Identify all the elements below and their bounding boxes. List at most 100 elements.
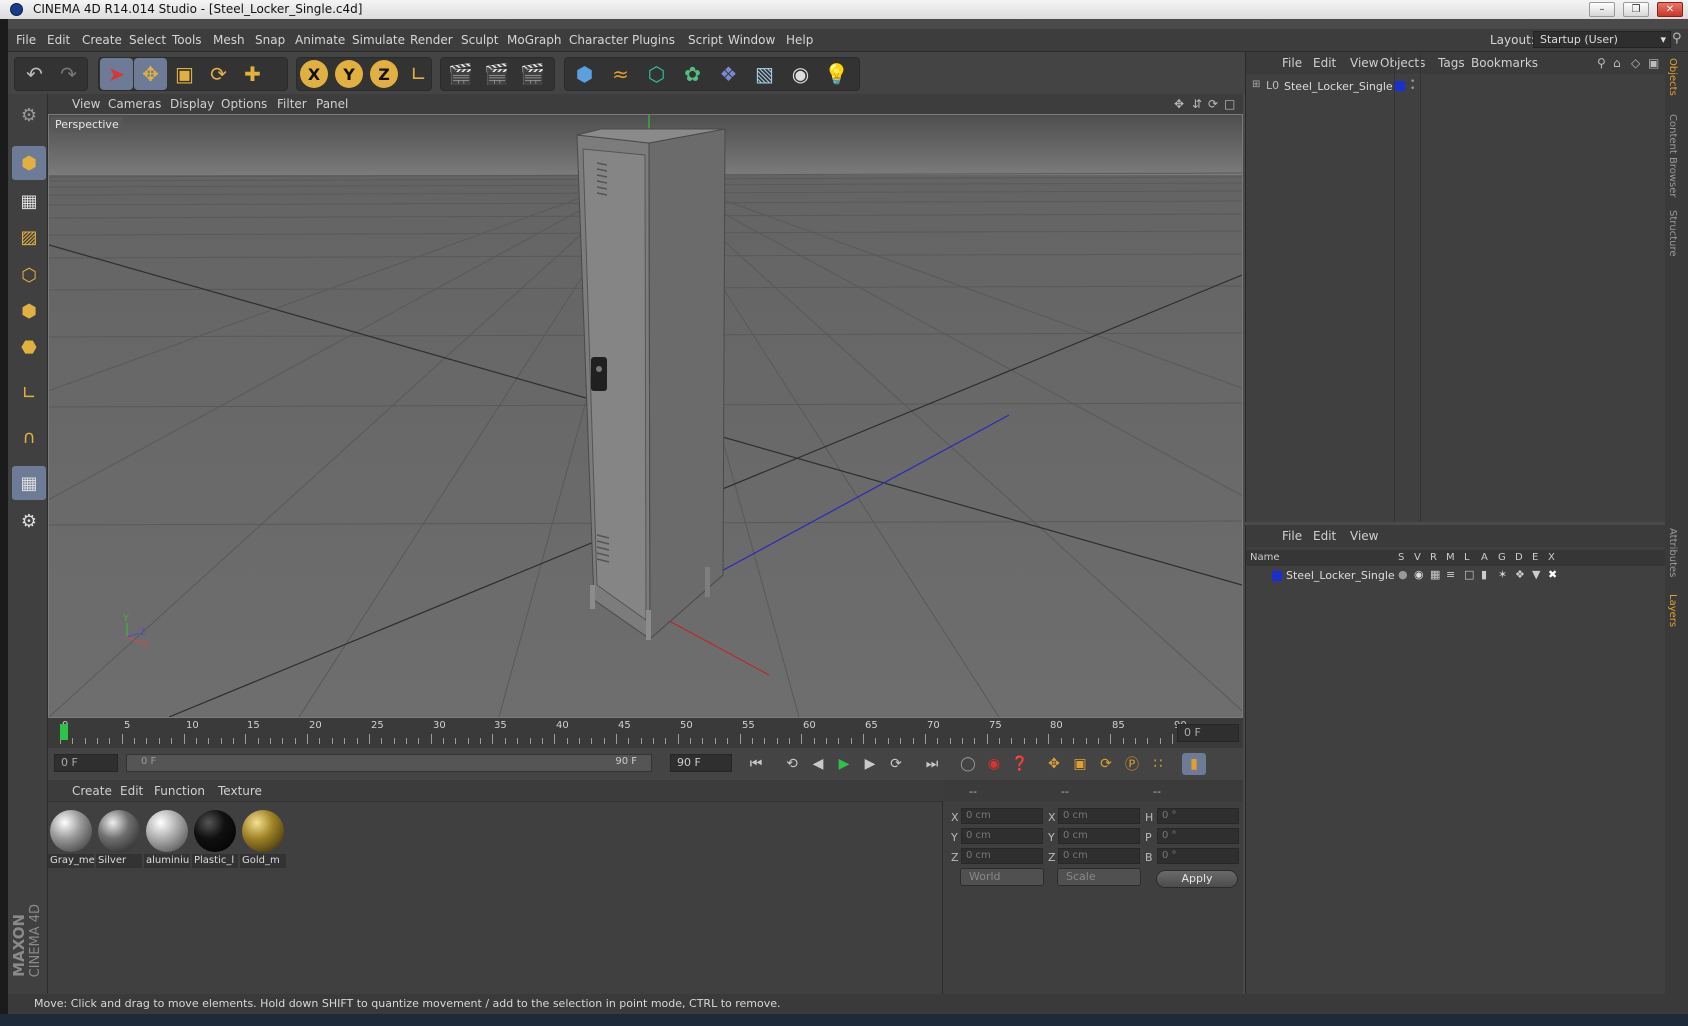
column-manager[interactable]: M [1446,552,1455,563]
deformer-icon[interactable]: ❖ [712,58,745,90]
pos-x-field[interactable]: 0 cm [961,808,1043,824]
expand-icon[interactable]: ⊞ [1252,79,1260,90]
menu-render[interactable]: Render [410,33,453,47]
scale-icon[interactable]: ▣ [168,58,201,90]
next-frame-icon[interactable]: ▶ [858,753,882,775]
column-solo[interactable]: S [1398,552,1404,563]
material-swatch[interactable]: Plastic_l [192,808,238,868]
deformer-toggle-icon[interactable]: ❖ [1515,568,1525,581]
points-mode-icon[interactable]: ⬡ [12,258,46,292]
collapse-icon[interactable]: ◇ [1631,56,1640,70]
maximize-view-icon[interactable]: □ [1224,97,1235,111]
pos-y-field[interactable]: 0 cm [961,828,1043,844]
menu-sculpt[interactable]: Sculpt [461,33,498,47]
column-render[interactable]: R [1430,552,1437,563]
view-toggle-icon[interactable]: ◉ [1414,568,1424,581]
material-menu-texture[interactable]: Texture [218,784,262,798]
record-parameter-icon[interactable]: Ⓟ [1120,753,1144,775]
make-editable-icon[interactable]: ⚙ [12,98,46,132]
viewport-menu-options[interactable]: Options [221,97,267,111]
solo-toggle-icon[interactable]: ● [1398,568,1408,581]
redo-icon[interactable]: ↷ [52,58,85,90]
move-icon[interactable]: ✥ [134,58,167,90]
tab-attributes[interactable]: Attributes [1667,528,1678,577]
rot-h-field[interactable]: 0 ° [1157,808,1239,824]
pos-z-field[interactable]: 0 cm [961,848,1043,864]
material-swatch[interactable]: Silver [96,808,142,868]
perspective-viewport[interactable]: Y Z X Perspective [48,114,1243,718]
light-icon[interactable]: 💡 [820,58,853,90]
z-axis-lock-icon[interactable]: Z [370,60,398,88]
object-menu-bookmarks[interactable]: Bookmarks [1471,56,1538,70]
new-window-icon[interactable]: ▣ [1648,56,1659,70]
current-frame-field[interactable]: 0 F [1177,724,1239,742]
column-animation[interactable]: A [1481,552,1488,563]
undo-icon[interactable]: ↶ [18,58,51,90]
rotate-view-icon[interactable]: ⟳ [1208,97,1218,111]
texture-mode-icon[interactable]: ▦ [12,184,46,218]
menu-script[interactable]: Script [688,33,723,47]
animation-toggle-icon[interactable]: ▮ [1481,568,1487,581]
close-button[interactable]: ✕ [1657,2,1683,17]
object-menu-view[interactable]: View [1350,56,1378,70]
material-swatch[interactable]: Gray_me [48,808,94,868]
workplane-lock-icon[interactable]: ▦ [12,466,46,500]
current-frame-marker[interactable] [60,724,68,740]
cube-icon[interactable]: ⬢ [568,58,601,90]
layer-menu-view[interactable]: View [1350,529,1378,543]
column-expressions[interactable]: E [1532,552,1538,563]
menu-select[interactable]: Select [129,33,166,47]
size-x-field[interactable]: 0 cm [1058,808,1140,824]
column-view[interactable]: V [1414,552,1421,563]
object-name[interactable]: Steel_Locker_Single [1284,80,1393,93]
tab-content-browser[interactable]: Content Browser [1667,114,1678,197]
layer-menu-edit[interactable]: Edit [1313,529,1336,543]
edges-mode-icon[interactable]: ⬢ [12,294,46,328]
floor-icon[interactable]: ▧ [748,58,781,90]
polygons-mode-icon[interactable]: ⬣ [12,330,46,364]
menu-window[interactable]: Window [728,33,775,47]
zoom-view-icon[interactable]: ⇵ [1192,97,1202,111]
column-generators[interactable]: G [1498,552,1506,563]
rot-p-field[interactable]: 0 ° [1157,828,1239,844]
record-scale-icon[interactable]: ▣ [1068,753,1092,775]
viewport-menu-panel[interactable]: Panel [316,97,348,111]
timeline-window-icon[interactable]: ▮ [1182,753,1206,775]
play-icon[interactable]: ▶ [832,753,856,775]
expression-toggle-icon[interactable]: ▼ [1532,568,1540,581]
material-menu-function[interactable]: Function [154,784,205,798]
menu-snap[interactable]: Snap [255,33,285,47]
material-swatch[interactable]: Gold_m [240,808,286,868]
layout-dropdown[interactable]: Startup (User) ▾ [1533,31,1671,48]
minimize-button[interactable]: – [1589,2,1615,17]
record-pla-icon[interactable]: ∷ [1146,753,1170,775]
object-menu-objects[interactable]: Objects [1380,56,1425,70]
menu-help[interactable]: Help [786,33,813,47]
menu-create[interactable]: Create [82,33,122,47]
tab-layers[interactable]: Layers [1667,594,1678,627]
column-name[interactable]: Name [1250,552,1280,563]
apply-button[interactable]: Apply [1156,870,1238,888]
previous-frame-icon[interactable]: ◀ [806,753,830,775]
restore-button[interactable]: ❐ [1623,2,1649,17]
menu-mesh[interactable]: Mesh [213,33,245,47]
tab-structure[interactable]: Structure [1667,210,1678,257]
tab-objects[interactable]: Objects [1667,58,1678,96]
home-icon[interactable]: ⌂ [1613,56,1621,70]
autokeying-icon[interactable]: ◉ [982,753,1006,775]
layer-name[interactable]: Steel_Locker_Single [1286,569,1395,582]
menu-mograph[interactable]: MoGraph [507,33,562,47]
layer-menu-file[interactable]: File [1282,529,1302,543]
snap-magnet-icon[interactable]: ∩ [12,420,46,454]
steel-locker-model[interactable] [576,128,726,641]
spline-icon[interactable]: ≈ [604,58,637,90]
viewport-menu-display[interactable]: Display [170,97,214,111]
add-tool-icon[interactable]: ✚ [236,58,269,90]
generator-toggle-icon[interactable]: ✶ [1498,568,1507,581]
workplane-mode-icon[interactable]: ▨ [12,220,46,254]
object-menu-edit[interactable]: Edit [1313,56,1336,70]
coordinate-system-icon[interactable]: ∟ [402,58,435,90]
size-mode-dropdown[interactable]: Scale [1057,868,1141,886]
column-xref[interactable]: X [1548,552,1555,563]
column-deformers[interactable]: D [1515,552,1523,563]
